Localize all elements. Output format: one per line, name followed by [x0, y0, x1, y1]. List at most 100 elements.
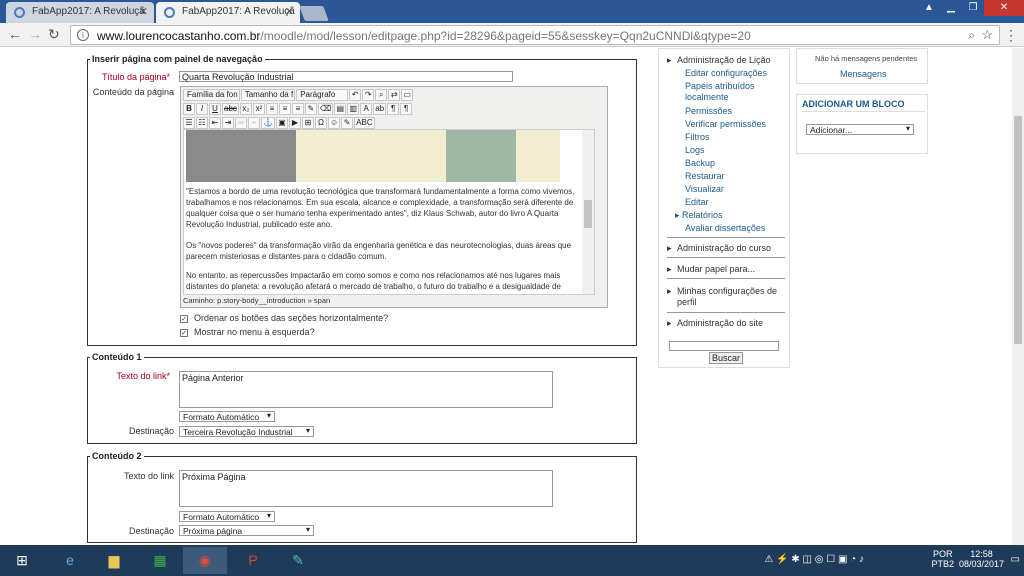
info-icon[interactable]: i: [77, 29, 89, 41]
redo-icon[interactable]: ↷: [362, 89, 375, 101]
add-block-select[interactable]: Adicionar...: [806, 124, 914, 135]
italic-button[interactable]: I: [196, 103, 208, 115]
messages-link[interactable]: Mensagens: [840, 69, 887, 79]
forward-arrow-icon[interactable]: →: [28, 26, 42, 42]
rtl-icon[interactable]: ¶: [400, 103, 413, 115]
clear-format-icon[interactable]: ✎: [304, 103, 317, 115]
search-button[interactable]: Buscar: [709, 352, 744, 364]
admin-link[interactable]: Editar configurações: [685, 68, 767, 79]
checkbox-horizontal[interactable]: ✓ Ordenar os botões das seções horizontal…: [180, 313, 388, 323]
underline-button[interactable]: U: [209, 103, 221, 115]
back-arrow-icon[interactable]: ←: [8, 26, 22, 42]
indent-icon[interactable]: ⇥: [222, 117, 234, 129]
emoticon-icon[interactable]: ☺: [327, 117, 341, 129]
tray-icons[interactable]: ⚠ ⚡ ✱ ◫ ◎ ☐ ▣ ◔ ♪: [764, 554, 864, 565]
close-window-icon[interactable]: ✕: [984, 0, 1024, 16]
browser-tab-1[interactable]: FabApp2017: A Revoluçã ✕: [6, 2, 154, 23]
admin-link[interactable]: Verificar permissões: [685, 119, 766, 130]
font-size-select[interactable]: Tamanho da f: [240, 89, 296, 101]
reload-icon[interactable]: ↻: [48, 26, 60, 43]
replace-icon[interactable]: ⇄: [388, 89, 401, 101]
omega-icon[interactable]: Ω: [314, 117, 327, 129]
browser-tab-2[interactable]: FabApp2017: A Revoluçã ✕: [156, 2, 300, 23]
eraser-icon[interactable]: ⌫: [317, 103, 334, 115]
anchor-icon[interactable]: ⚓: [261, 117, 275, 129]
checkbox-icon[interactable]: ✓: [180, 315, 188, 323]
strikethrough-button[interactable]: abc: [222, 103, 239, 115]
numbered-list-icon[interactable]: ☷: [196, 117, 208, 129]
font-family-select[interactable]: Família da fon: [183, 89, 240, 101]
admin-link[interactable]: Visualizar: [685, 184, 724, 195]
link-icon[interactable]: ∞: [235, 117, 247, 129]
format-select-2[interactable]: Formato Automático: [179, 511, 275, 522]
highlight-color-icon[interactable]: ab: [373, 103, 387, 115]
editor-scrollbar[interactable]: [582, 130, 594, 294]
destination-select-1[interactable]: Terceira Revolução Industrial: [179, 426, 314, 437]
minimize-icon[interactable]: ▁: [940, 0, 962, 16]
switch-role-node[interactable]: Mudar papel para...: [667, 264, 755, 275]
undo-icon[interactable]: ↶: [349, 89, 362, 101]
paste-word-icon[interactable]: ▥: [347, 103, 360, 115]
spellcheck-icon[interactable]: ABC: [354, 117, 375, 129]
admin-search-input[interactable]: [669, 341, 779, 351]
url-input[interactable]: i www.lourencocastanho.com.br/moodle/mod…: [70, 25, 1000, 45]
windows-start-icon[interactable]: ⊞: [0, 547, 44, 574]
chrome-icon[interactable]: ◉: [183, 547, 227, 574]
admin-link[interactable]: Editar: [685, 197, 709, 208]
maximize-icon[interactable]: ❐: [962, 0, 984, 16]
find-icon[interactable]: ⌕: [375, 89, 388, 101]
page-title-input[interactable]: Quarta Revolução Industrial: [179, 71, 513, 82]
outdent-icon[interactable]: ⇤: [209, 117, 221, 129]
link-text-input-2[interactable]: Próxima Página: [179, 470, 553, 507]
image-icon[interactable]: ▣: [275, 117, 288, 129]
new-tab-button[interactable]: [299, 6, 329, 21]
edit-html-icon[interactable]: ✎: [341, 117, 354, 129]
align-center-icon[interactable]: ≡: [278, 103, 291, 115]
clock[interactable]: 12:58 08/03/2017: [959, 549, 1004, 569]
powerpoint-icon[interactable]: P: [231, 547, 275, 574]
subscript-button[interactable]: x₂: [239, 103, 252, 115]
admin-link[interactable]: Filtros: [685, 132, 710, 143]
bold-button[interactable]: B: [183, 103, 195, 115]
menu-icon[interactable]: ⋮: [1004, 27, 1018, 44]
format-select-1[interactable]: Formato Automático: [179, 411, 275, 422]
media-icon[interactable]: ▶: [288, 117, 301, 129]
course-admin-node[interactable]: Administração do curso: [667, 243, 771, 254]
text-color-icon[interactable]: A: [360, 103, 373, 115]
admin-link-reports[interactable]: ▸ Relatórios: [675, 210, 723, 221]
paste-text-icon[interactable]: ▤: [334, 103, 347, 115]
checkbox-left-menu[interactable]: ✓ Mostrar no menu à esquerda?: [180, 327, 315, 337]
app-icon[interactable]: ✎: [276, 547, 320, 574]
admin-link[interactable]: Logs: [685, 145, 705, 156]
excel-icon[interactable]: ▦: [138, 547, 182, 574]
admin-link[interactable]: Backup: [685, 158, 715, 169]
destination-select-2[interactable]: Próxima página: [179, 525, 314, 536]
user-icon[interactable]: ▲: [918, 0, 940, 16]
table-icon[interactable]: ⊞: [301, 117, 314, 129]
paragraph-select[interactable]: Parágrafo: [296, 89, 349, 101]
internet-explorer-icon[interactable]: e: [48, 547, 92, 574]
editor-content-area[interactable]: "Estamos a bordo de uma revolução tecnol…: [183, 129, 595, 295]
toggle-toolbar-icon[interactable]: ▭: [401, 89, 414, 101]
bookmark-star-icon[interactable]: ☆: [981, 27, 993, 43]
close-tab-icon[interactable]: ✕: [285, 5, 294, 18]
unlink-icon[interactable]: ⌁: [248, 117, 260, 129]
page-scrollbar[interactable]: [1012, 48, 1024, 545]
site-admin-node[interactable]: Administração do site: [667, 318, 763, 329]
admin-link[interactable]: Restaurar: [685, 171, 725, 182]
ltr-icon[interactable]: ¶: [387, 103, 400, 115]
close-tab-icon[interactable]: ✕: [139, 5, 148, 18]
align-right-icon[interactable]: ≡: [291, 103, 304, 115]
notifications-icon[interactable]: ▭: [1011, 554, 1020, 565]
bullet-list-icon[interactable]: ☰: [183, 117, 195, 129]
profile-settings-node[interactable]: Minhas configurações de perfil: [667, 286, 785, 308]
admin-link[interactable]: Avaliar dissertações: [685, 223, 765, 234]
superscript-button[interactable]: x²: [252, 103, 265, 115]
align-left-icon[interactable]: ≡: [265, 103, 278, 115]
language-indicator[interactable]: POR PTB2: [931, 549, 954, 569]
checkbox-icon[interactable]: ✓: [180, 329, 188, 337]
file-explorer-icon[interactable]: ▆: [92, 547, 136, 574]
zoom-icon[interactable]: ⌕: [968, 28, 975, 43]
admin-link[interactable]: Permissões: [685, 106, 732, 117]
admin-link[interactable]: Papéis atribuídos localmente: [685, 81, 775, 103]
